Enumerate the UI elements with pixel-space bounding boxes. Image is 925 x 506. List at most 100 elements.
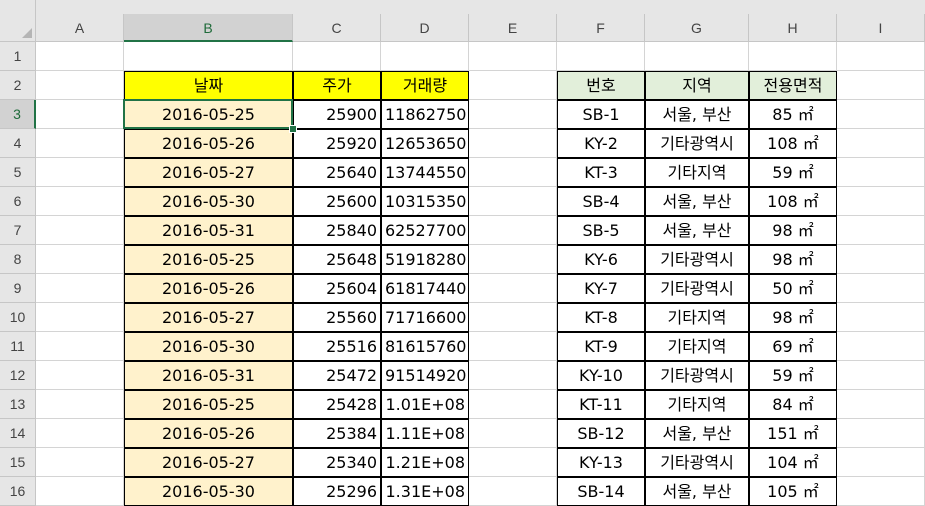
cell-a4[interactable] xyxy=(36,129,124,158)
id-cell[interactable]: KT-9 xyxy=(557,332,645,361)
cell-i6[interactable] xyxy=(837,187,925,216)
cell-a14[interactable] xyxy=(36,419,124,448)
area-cell[interactable]: 84 ㎡ xyxy=(749,390,837,419)
cell-h1[interactable] xyxy=(749,42,837,71)
column-header-d[interactable]: D xyxy=(381,14,469,42)
cell-a8[interactable] xyxy=(36,245,124,274)
volume-cell[interactable]: 13744550 xyxy=(381,158,469,187)
volume-cell[interactable]: 51918280 xyxy=(381,245,469,274)
price-cell[interactable]: 25648 xyxy=(293,245,381,274)
cell-a13[interactable] xyxy=(36,390,124,419)
cell-i7[interactable] xyxy=(837,216,925,245)
id-cell[interactable]: KT-3 xyxy=(557,158,645,187)
region-cell[interactable]: 기타광역시 xyxy=(645,448,749,477)
price-cell[interactable]: 25472 xyxy=(293,361,381,390)
row-header-8[interactable]: 8 xyxy=(0,245,36,274)
price-cell[interactable]: 25600 xyxy=(293,187,381,216)
price-cell[interactable]: 25604 xyxy=(293,274,381,303)
region-cell[interactable]: 서울, 부산 xyxy=(645,216,749,245)
row-header-13[interactable]: 13 xyxy=(0,390,36,419)
spreadsheet-grid[interactable]: A B C D E F G H I 1 2 3 4 5 6 7 8 9 10 11 12 13 14 15 16 날짜 주가 거래량 번… xyxy=(0,0,925,506)
price-cell[interactable]: 25640 xyxy=(293,158,381,187)
cell-i9[interactable] xyxy=(837,274,925,303)
row-header-2[interactable]: 2 xyxy=(0,71,36,100)
date-cell[interactable]: 2016-05-27 xyxy=(124,303,293,332)
cell-d1[interactable] xyxy=(381,42,469,71)
date-cell[interactable]: 2016-05-31 xyxy=(124,361,293,390)
cell-a1[interactable] xyxy=(36,42,124,71)
id-cell[interactable]: KT-8 xyxy=(557,303,645,332)
column-header-h[interactable]: H xyxy=(749,14,837,42)
date-cell[interactable]: 2016-05-25 xyxy=(124,100,293,129)
date-cell[interactable]: 2016-05-26 xyxy=(124,274,293,303)
price-cell[interactable]: 25900 xyxy=(293,100,381,129)
column-header-b[interactable]: B xyxy=(124,14,293,42)
row-header-7[interactable]: 7 xyxy=(0,216,36,245)
volume-cell[interactable]: 71716600 xyxy=(381,303,469,332)
cell-e3[interactable] xyxy=(469,100,557,129)
region-cell[interactable]: 서울, 부산 xyxy=(645,187,749,216)
cell-a3[interactable] xyxy=(36,100,124,129)
date-cell[interactable]: 2016-05-25 xyxy=(124,390,293,419)
region-cell[interactable]: 기타광역시 xyxy=(645,129,749,158)
area-cell[interactable]: 98 ㎡ xyxy=(749,303,837,332)
region-cell[interactable]: 서울, 부산 xyxy=(645,419,749,448)
price-cell[interactable]: 25428 xyxy=(293,390,381,419)
area-cell[interactable]: 104 ㎡ xyxy=(749,448,837,477)
cell-e2[interactable] xyxy=(469,71,557,100)
header-id[interactable]: 번호 xyxy=(557,71,645,100)
header-date[interactable]: 날짜 xyxy=(124,71,293,100)
cell-a12[interactable] xyxy=(36,361,124,390)
header-volume[interactable]: 거래량 xyxy=(381,71,469,100)
id-cell[interactable]: KY-2 xyxy=(557,129,645,158)
date-cell[interactable]: 2016-05-26 xyxy=(124,419,293,448)
cell-e4[interactable] xyxy=(469,129,557,158)
cell-i11[interactable] xyxy=(837,332,925,361)
cell-e10[interactable] xyxy=(469,303,557,332)
column-header-g[interactable]: G xyxy=(645,14,749,42)
row-header-5[interactable]: 5 xyxy=(0,158,36,187)
cell-e13[interactable] xyxy=(469,390,557,419)
cell-e15[interactable] xyxy=(469,448,557,477)
cell-i3[interactable] xyxy=(837,100,925,129)
cell-e1[interactable] xyxy=(469,42,557,71)
header-area[interactable]: 전용면적 xyxy=(749,71,837,100)
date-cell[interactable]: 2016-05-26 xyxy=(124,129,293,158)
area-cell[interactable]: 108 ㎡ xyxy=(749,187,837,216)
row-header-1[interactable]: 1 xyxy=(0,42,36,71)
region-cell[interactable]: 기타지역 xyxy=(645,390,749,419)
row-header-6[interactable]: 6 xyxy=(0,187,36,216)
area-cell[interactable]: 151 ㎡ xyxy=(749,419,837,448)
id-cell[interactable]: KY-7 xyxy=(557,274,645,303)
row-header-16[interactable]: 16 xyxy=(0,477,36,506)
price-cell[interactable]: 25384 xyxy=(293,419,381,448)
cell-f1[interactable] xyxy=(557,42,645,71)
cell-i1[interactable] xyxy=(837,42,925,71)
cell-e6[interactable] xyxy=(469,187,557,216)
header-price[interactable]: 주가 xyxy=(293,71,381,100)
cell-e8[interactable] xyxy=(469,245,557,274)
row-header-12[interactable]: 12 xyxy=(0,361,36,390)
region-cell[interactable]: 서울, 부산 xyxy=(645,100,749,129)
row-header-15[interactable]: 15 xyxy=(0,448,36,477)
date-cell[interactable]: 2016-05-31 xyxy=(124,216,293,245)
cell-b1[interactable] xyxy=(124,42,293,71)
region-cell[interactable]: 서울, 부산 xyxy=(645,477,749,506)
region-cell[interactable]: 기타광역시 xyxy=(645,274,749,303)
price-cell[interactable]: 25560 xyxy=(293,303,381,332)
area-cell[interactable]: 69 ㎡ xyxy=(749,332,837,361)
area-cell[interactable]: 59 ㎡ xyxy=(749,361,837,390)
id-cell[interactable]: SB-4 xyxy=(557,187,645,216)
area-cell[interactable]: 98 ㎡ xyxy=(749,245,837,274)
row-header-9[interactable]: 9 xyxy=(0,274,36,303)
fill-handle[interactable] xyxy=(289,125,297,133)
column-header-f[interactable]: F xyxy=(557,14,645,42)
date-cell[interactable]: 2016-05-25 xyxy=(124,245,293,274)
cell-a11[interactable] xyxy=(36,332,124,361)
id-cell[interactable]: SB-12 xyxy=(557,419,645,448)
cell-i12[interactable] xyxy=(837,361,925,390)
id-cell[interactable]: SB-1 xyxy=(557,100,645,129)
volume-cell[interactable]: 1.21E+08 xyxy=(381,448,469,477)
cell-a6[interactable] xyxy=(36,187,124,216)
row-header-3[interactable]: 3 xyxy=(0,100,36,129)
